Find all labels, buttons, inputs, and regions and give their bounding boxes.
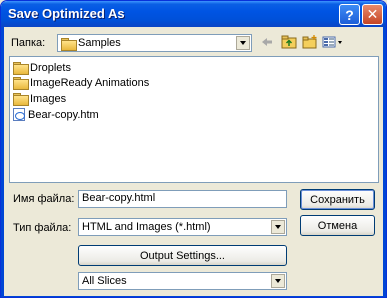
chevron-down-icon[interactable] bbox=[236, 36, 250, 50]
help-button[interactable]: ? bbox=[339, 4, 360, 25]
slices-dropdown[interactable]: All Slices bbox=[78, 272, 287, 290]
filename-label: Имя файла: bbox=[13, 193, 75, 205]
html-file-icon bbox=[13, 108, 25, 121]
slices-value: All Slices bbox=[82, 275, 127, 287]
window-title: Save Optimized As bbox=[8, 6, 125, 21]
window-frame-left bbox=[1, 27, 4, 297]
folder-icon bbox=[13, 77, 29, 90]
folder-icon bbox=[61, 37, 77, 51]
save-dialog: Save Optimized As ? ✕ Папка: Samples Dro… bbox=[0, 0, 387, 298]
lookin-value: Samples bbox=[78, 37, 121, 49]
up-folder-icon[interactable] bbox=[280, 33, 298, 51]
new-folder-icon[interactable] bbox=[301, 33, 319, 51]
list-item-imageready-animations[interactable]: ImageReady Animations bbox=[13, 75, 149, 90]
view-menu-icon[interactable] bbox=[322, 33, 344, 51]
back-arrow-icon[interactable] bbox=[260, 33, 274, 51]
title-bar[interactable]: Save Optimized As ? ✕ bbox=[1, 1, 386, 27]
folder-icon bbox=[13, 93, 29, 106]
lookin-dropdown[interactable]: Samples bbox=[57, 34, 252, 52]
filename-field[interactable] bbox=[78, 190, 287, 208]
save-button[interactable]: Сохранить bbox=[300, 189, 375, 210]
cancel-button[interactable]: Отмена bbox=[300, 215, 375, 236]
filetype-value: HTML and Images (*.html) bbox=[82, 221, 211, 233]
folder-icon bbox=[13, 62, 29, 75]
lookin-label: Папка: bbox=[11, 37, 46, 49]
chevron-down-icon[interactable] bbox=[271, 274, 285, 288]
filename-input[interactable] bbox=[82, 192, 282, 204]
file-list[interactable]: Droplets ImageReady Animations Images Be… bbox=[9, 56, 379, 183]
output-settings-button[interactable]: Output Settings... bbox=[78, 245, 287, 266]
filetype-dropdown[interactable]: HTML and Images (*.html) bbox=[78, 218, 287, 236]
close-button[interactable]: ✕ bbox=[362, 4, 383, 25]
list-item-bear-copy[interactable]: Bear-copy.htm bbox=[13, 107, 99, 122]
list-item-images[interactable]: Images bbox=[13, 91, 66, 106]
list-item-droplets[interactable]: Droplets bbox=[13, 60, 71, 75]
chevron-down-icon[interactable] bbox=[271, 220, 285, 234]
window-frame-right bbox=[383, 27, 386, 297]
filetype-label: Тип файла: bbox=[13, 222, 72, 234]
